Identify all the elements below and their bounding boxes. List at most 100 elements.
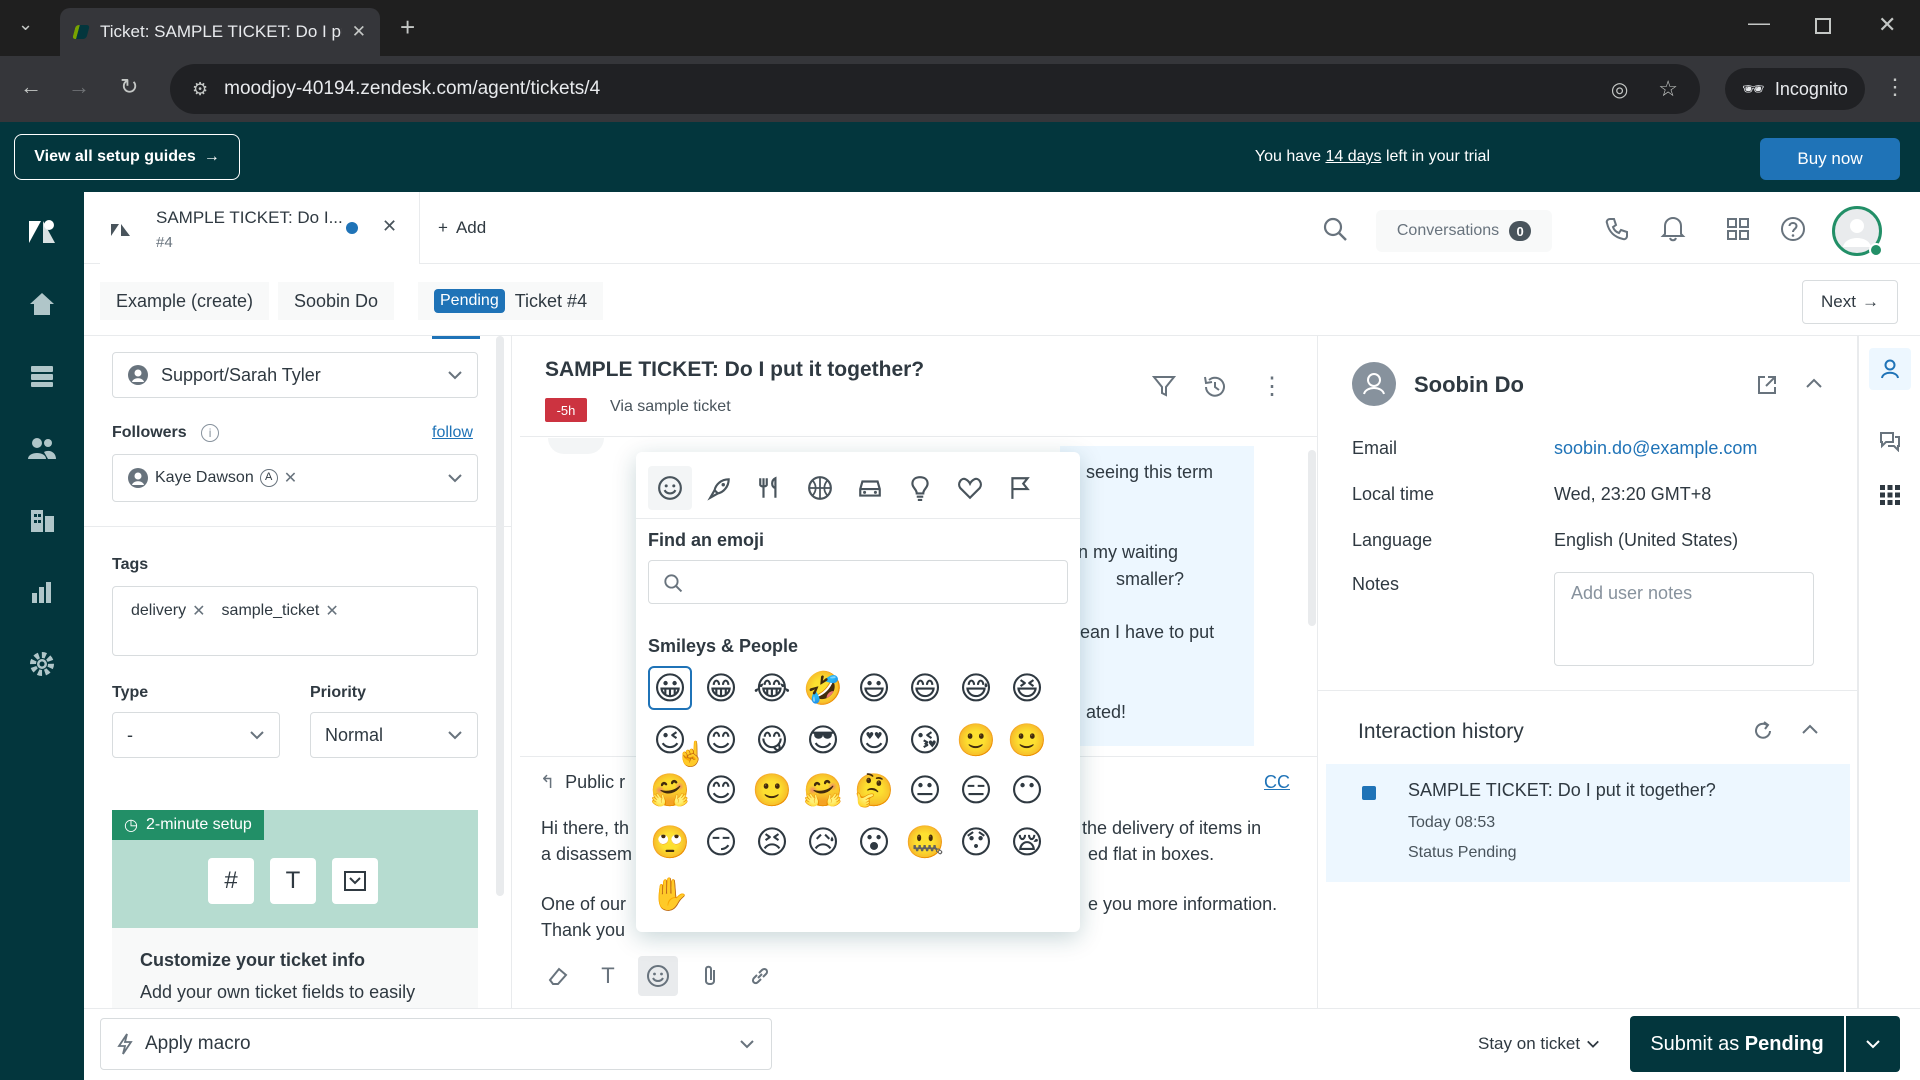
assignee-select[interactable]: Support/Sarah Tyler [112, 352, 478, 398]
search-icon[interactable] [1322, 216, 1348, 242]
emoji-option[interactable]: 🙂 [954, 718, 998, 762]
tab-close-icon[interactable]: ✕ [352, 22, 366, 42]
rocket-icon[interactable] [698, 466, 742, 510]
browser-tab[interactable]: Ticket: SAMPLE TICKET: Do I pu ✕ [60, 8, 380, 56]
submit-button[interactable]: Submit as Pending [1630, 1016, 1844, 1072]
bulb-icon[interactable] [898, 466, 942, 510]
refresh-icon[interactable] [1752, 720, 1774, 742]
emoji-option[interactable]: 😄 [903, 666, 947, 710]
stay-on-ticket-select[interactable]: Stay on ticket [1478, 1034, 1600, 1054]
emoji-option[interactable]: 😀 [648, 666, 692, 710]
admin-gear-icon[interactable] [22, 644, 62, 684]
emoji-option[interactable]: 😶 [1005, 768, 1049, 812]
heart-icon[interactable] [948, 466, 992, 510]
customer-name[interactable]: Soobin Do [1414, 372, 1524, 398]
eraser-icon[interactable] [538, 956, 578, 996]
buy-now-button[interactable]: Buy now [1760, 138, 1900, 180]
emoji-option[interactable]: 😎 [801, 718, 845, 762]
priority-select[interactable]: Normal [310, 712, 478, 758]
emoji-option[interactable]: 😍 [852, 718, 896, 762]
emoji-option[interactable]: 🤗 [801, 768, 845, 812]
apply-macro-select[interactable]: Apply macro [100, 1018, 772, 1070]
breadcrumb-organization[interactable]: Example (create) [100, 282, 270, 320]
knowledge-icon[interactable] [1869, 420, 1911, 462]
browser-menu-icon[interactable]: ⋮ [1884, 74, 1906, 100]
followers-field[interactable]: Kaye Dawson A ✕ [112, 454, 478, 502]
ticket-tab[interactable]: SAMPLE TICKET: Do I... #4 ✕ [100, 192, 420, 264]
breadcrumb-requester[interactable]: Soobin Do [278, 282, 395, 320]
collapse-chevron-icon[interactable] [1800, 720, 1820, 740]
open-external-icon[interactable] [1756, 374, 1778, 396]
ticket-tab-close-icon[interactable]: ✕ [382, 216, 397, 237]
conversation-scrollbar[interactable] [1308, 450, 1316, 626]
home-icon[interactable] [22, 284, 62, 324]
emoji-option[interactable]: 😣 [750, 820, 794, 864]
draft-text[interactable]: the delivery of items in [1082, 818, 1261, 839]
trial-days-link[interactable]: 14 days [1325, 148, 1381, 165]
emoji-option[interactable]: 🤔 [852, 768, 896, 812]
emoji-option[interactable]: 😊 [699, 768, 743, 812]
follow-link[interactable]: follow [432, 424, 473, 442]
filter-icon[interactable] [1152, 374, 1176, 398]
new-tab-icon[interactable]: + [400, 12, 415, 43]
emoji-icon[interactable] [638, 956, 678, 996]
car-icon[interactable] [848, 466, 892, 510]
emoji-option[interactable]: 🙂 [750, 768, 794, 812]
customers-icon[interactable] [22, 428, 62, 468]
breadcrumb-ticket[interactable]: Pending Ticket #4 [418, 282, 604, 320]
restore-icon[interactable] [1815, 18, 1831, 34]
help-icon[interactable] [1780, 216, 1806, 242]
tags-field[interactable]: delivery ✕ sample_ticket ✕ [112, 586, 478, 656]
draft-text[interactable]: a disassem [541, 844, 632, 865]
remove-tag-icon[interactable]: ✕ [192, 601, 205, 621]
emoji-option[interactable]: 😐 [903, 768, 947, 812]
emoji-option[interactable]: 😥 [801, 820, 845, 864]
emoji-option[interactable]: 🤗 [648, 768, 692, 812]
notifications-bell-icon[interactable] [1660, 214, 1686, 242]
type-select[interactable]: - [112, 712, 280, 758]
user-notes-input[interactable]: Add user notes [1554, 572, 1814, 666]
email-value[interactable]: soobin.do@example.com [1554, 438, 1757, 459]
history-icon[interactable] [1202, 374, 1228, 400]
flag-icon[interactable] [998, 466, 1042, 510]
emoji-option[interactable]: 🤐 [903, 820, 947, 864]
emoji-option[interactable]: 😘 [903, 718, 947, 762]
next-ticket-button[interactable]: Next → [1802, 280, 1898, 324]
reply-type-toggle[interactable]: ↰ Public r [540, 772, 625, 793]
organizations-icon[interactable] [22, 500, 62, 540]
emoji-option[interactable]: 😑 [954, 768, 998, 812]
forward-icon[interactable]: → [68, 74, 90, 100]
submit-options-button[interactable] [1846, 1016, 1900, 1072]
draft-text[interactable]: Hi there, th [541, 818, 629, 839]
draft-text[interactable]: ed flat in boxes. [1088, 844, 1214, 865]
link-icon[interactable] [740, 956, 780, 996]
customer-context-icon[interactable] [1869, 348, 1911, 390]
back-icon[interactable]: ← [20, 74, 42, 100]
emoji-option[interactable]: 😮 [852, 820, 896, 864]
emoji-option[interactable]: 😅 [954, 666, 998, 710]
emoji-option[interactable]: 😆 [1005, 666, 1049, 710]
emoji-option[interactable]: ✋ [648, 872, 692, 916]
site-info-icon[interactable]: ⚙ [192, 79, 208, 100]
minimize-icon[interactable]: — [1748, 10, 1770, 36]
properties-scrollbar[interactable] [496, 336, 504, 896]
info-icon[interactable]: i [201, 424, 220, 442]
address-bar[interactable]: ⚙ moodjoy-40194.zendesk.com/agent/ticket… [170, 64, 1700, 114]
emoji-option[interactable]: 😃 [852, 666, 896, 710]
emoji-search-field[interactable] [648, 560, 1068, 604]
tab-search-icon[interactable]: ⌄ [18, 14, 33, 35]
emoji-option[interactable]: 😁 [699, 666, 743, 710]
emoji-option[interactable]: 😯 [954, 820, 998, 864]
collapse-chevron-icon[interactable] [1804, 374, 1824, 394]
text-format-icon[interactable]: T [588, 956, 628, 996]
utensils-icon[interactable] [748, 466, 792, 510]
eye-off-icon[interactable]: ◎ [1611, 77, 1628, 102]
view-setup-guides-button[interactable]: View all setup guides → [14, 134, 240, 180]
draft-text[interactable]: Thank you [541, 920, 625, 941]
apps-grid-icon[interactable] [1869, 474, 1911, 516]
agent-avatar[interactable] [1832, 206, 1883, 257]
remove-follower-icon[interactable]: ✕ [284, 468, 297, 488]
emoji-option[interactable]: 😋 [750, 718, 794, 762]
emoji-option[interactable]: 😏 [699, 820, 743, 864]
draft-text[interactable]: One of our [541, 894, 626, 915]
